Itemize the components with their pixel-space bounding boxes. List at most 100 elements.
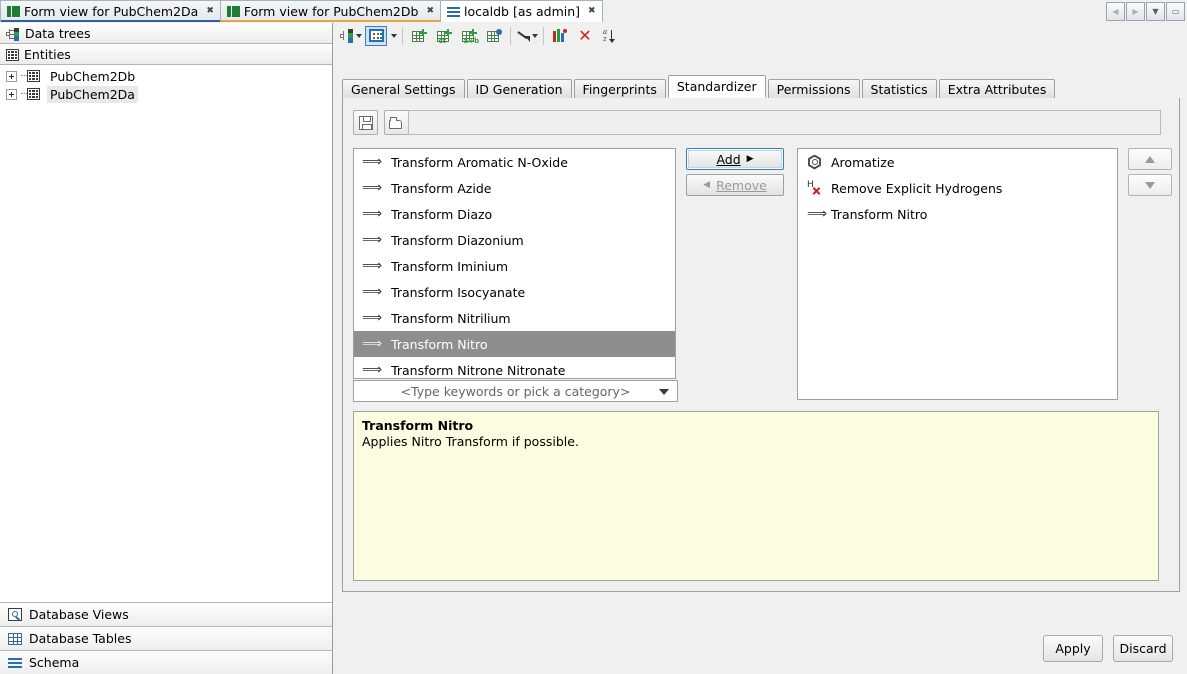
new-entity-button[interactable] bbox=[408, 26, 430, 46]
open-configuration-button[interactable] bbox=[384, 110, 409, 135]
tab-statistics[interactable]: Statistics bbox=[862, 79, 937, 98]
entities-grid-icon bbox=[6, 49, 19, 61]
nav-back-button[interactable]: ◀ bbox=[1106, 2, 1125, 21]
move-down-button[interactable] bbox=[1128, 174, 1172, 196]
tree-node-pubchem2db[interactable]: PubChem2Db bbox=[0, 67, 332, 85]
description-panel: Transform Nitro Applies Nitro Transform … bbox=[353, 411, 1159, 581]
move-up-button[interactable] bbox=[1128, 148, 1172, 170]
data-tree-dropdown[interactable] bbox=[340, 26, 362, 46]
window-tab-form-view-pubchem2da[interactable]: Form view for PubChem2Da ✖ bbox=[0, 0, 221, 22]
close-icon[interactable]: ✖ bbox=[206, 7, 214, 16]
tree-node-pubchem2da[interactable]: PubChem2Da bbox=[0, 85, 332, 103]
tab-id-generation[interactable]: ID Generation bbox=[467, 79, 572, 98]
new-linked-entity-button[interactable] bbox=[483, 26, 505, 46]
grid-green-icon bbox=[7, 6, 20, 17]
main-area: ct a+b ✕ az General Se bbox=[334, 23, 1187, 674]
list-item[interactable]: Aromatize bbox=[798, 149, 1117, 175]
application-window: Form view for PubChem2Da ✖ Form view for… bbox=[0, 0, 1187, 674]
sidebar-item-database-views[interactable]: Database Views bbox=[0, 602, 332, 626]
category-filter-combo[interactable]: <Type keywords or pick a category> bbox=[353, 380, 678, 402]
tab-standardizer[interactable]: Standardizer bbox=[668, 75, 766, 98]
toolbar-separator bbox=[510, 27, 511, 45]
red-x-icon: ✕ bbox=[578, 28, 591, 44]
new-ab-entity-button[interactable]: a+b bbox=[458, 26, 480, 46]
hamburger-blue-icon bbox=[447, 7, 460, 17]
entities-label: Entities bbox=[24, 47, 71, 62]
add-button[interactable]: Add ▶ bbox=[686, 148, 784, 170]
table-plus-icon bbox=[412, 29, 427, 43]
transform-arrow-icon: ⟹ bbox=[362, 311, 382, 325]
save-configuration-button[interactable] bbox=[353, 110, 378, 135]
available-actions-list[interactable]: ⟹ Transform Aromatic N-Oxide ⟹ Transform… bbox=[353, 148, 676, 379]
tab-list-dropdown-button[interactable]: ▼ bbox=[1146, 2, 1165, 21]
sidebar-item-schema[interactable]: Schema bbox=[0, 650, 332, 674]
expand-plus-icon[interactable] bbox=[6, 89, 17, 100]
tab-general-settings[interactable]: General Settings bbox=[342, 79, 465, 98]
sidebar-item-label: Database Views bbox=[29, 607, 129, 622]
remove-button[interactable]: ◀ Remove bbox=[686, 174, 784, 196]
tree-node-label: PubChem2Db bbox=[47, 68, 138, 85]
list-item[interactable]: ⟹ Transform Diazonium bbox=[354, 227, 675, 253]
data-trees-header[interactable]: Data trees bbox=[0, 23, 332, 44]
list-item[interactable]: ⟹ Transform Nitro bbox=[798, 201, 1117, 227]
relation-dropdown[interactable] bbox=[516, 26, 538, 46]
list-item[interactable]: ⟹ Transform Iminium bbox=[354, 253, 675, 279]
sort-az-button[interactable]: az bbox=[599, 26, 621, 46]
restore-window-button[interactable]: ▭ bbox=[1166, 2, 1185, 21]
list-item-label: Transform Diazonium bbox=[391, 233, 524, 248]
list-item[interactable]: ⟹ Transform Diazo bbox=[354, 201, 675, 227]
footer-buttons: Apply Discard bbox=[1043, 635, 1173, 662]
window-tab-localdb[interactable]: localdb [as admin] ✖ bbox=[440, 0, 603, 22]
list-item[interactable]: ⟹ Transform Aromatic N-Oxide bbox=[354, 149, 675, 175]
chevron-down-icon bbox=[356, 34, 362, 38]
transform-arrow-icon: ⟹ bbox=[362, 337, 382, 351]
sidebar-item-label: Schema bbox=[29, 655, 79, 670]
add-button-arrow-icon: ▶ bbox=[747, 154, 754, 164]
reorder-buttons bbox=[1128, 148, 1172, 200]
discard-button[interactable]: Discard bbox=[1113, 635, 1173, 662]
chevron-down-icon bbox=[532, 34, 538, 38]
close-icon[interactable]: ✖ bbox=[588, 7, 596, 16]
entities-header[interactable]: Entities bbox=[0, 44, 332, 65]
delete-button[interactable]: ✕ bbox=[574, 26, 596, 46]
list-item[interactable]: ⟹ Transform Nitrone Nitronate bbox=[354, 357, 675, 379]
list-item-label: Transform Aromatic N-Oxide bbox=[391, 155, 568, 170]
list-item[interactable]: H Remove Explicit Hydrogens bbox=[798, 175, 1117, 201]
description-body: Applies Nitro Transform if possible. bbox=[362, 434, 1150, 449]
aromatize-icon bbox=[807, 155, 822, 170]
expand-plus-icon[interactable] bbox=[6, 71, 17, 82]
db-tables-icon bbox=[8, 633, 22, 645]
list-item[interactable]: ⟹ Transform Azide bbox=[354, 175, 675, 201]
configuration-toolbar bbox=[353, 110, 409, 135]
sidebar-item-database-tables[interactable]: Database Tables bbox=[0, 626, 332, 650]
statistics-button[interactable] bbox=[549, 26, 571, 46]
chevron-down-icon[interactable] bbox=[391, 34, 397, 38]
sort-az-icon: az bbox=[603, 29, 617, 43]
category-filter-value: <Type keywords or pick a category> bbox=[401, 384, 631, 399]
list-item[interactable]: ⟹ Transform Nitrilium bbox=[354, 305, 675, 331]
triangle-down-icon bbox=[1145, 182, 1155, 189]
standardizer-panel: ⟹ Transform Aromatic N-Oxide ⟹ Transform… bbox=[342, 98, 1180, 592]
entity-view-toggle[interactable] bbox=[365, 26, 387, 46]
data-trees-label: Data trees bbox=[25, 26, 90, 41]
tab-extra-attributes[interactable]: Extra Attributes bbox=[939, 79, 1056, 98]
tab-fingerprints[interactable]: Fingerprints bbox=[574, 79, 666, 98]
entities-grid-icon bbox=[27, 88, 40, 100]
list-item[interactable]: ⟹ Transform Isocyanate bbox=[354, 279, 675, 305]
remove-hydrogens-icon: H bbox=[807, 181, 822, 196]
toolbar-separator bbox=[543, 27, 544, 45]
window-tab-form-view-pubchem2db[interactable]: Form view for PubChem2Db ✖ bbox=[220, 0, 441, 22]
grid-green-icon bbox=[227, 6, 240, 17]
apply-button[interactable]: Apply bbox=[1043, 635, 1103, 662]
tab-permissions[interactable]: Permissions bbox=[768, 79, 860, 98]
configuration-path-field[interactable] bbox=[408, 110, 1161, 135]
selected-actions-list[interactable]: Aromatize H Remove Explicit Hydrogens ⟹ … bbox=[797, 148, 1118, 400]
table-plus-ct-icon: ct bbox=[437, 29, 452, 43]
list-item-label: Transform Nitrone Nitronate bbox=[391, 363, 565, 378]
nav-forward-button[interactable]: ▶ bbox=[1126, 2, 1145, 21]
db-views-icon bbox=[8, 608, 22, 621]
list-item-selected[interactable]: ⟹ Transform Nitro bbox=[354, 331, 675, 357]
table-plus-ab-icon: a+b bbox=[462, 29, 477, 43]
close-icon[interactable]: ✖ bbox=[426, 7, 434, 16]
new-ct-entity-button[interactable]: ct bbox=[433, 26, 455, 46]
